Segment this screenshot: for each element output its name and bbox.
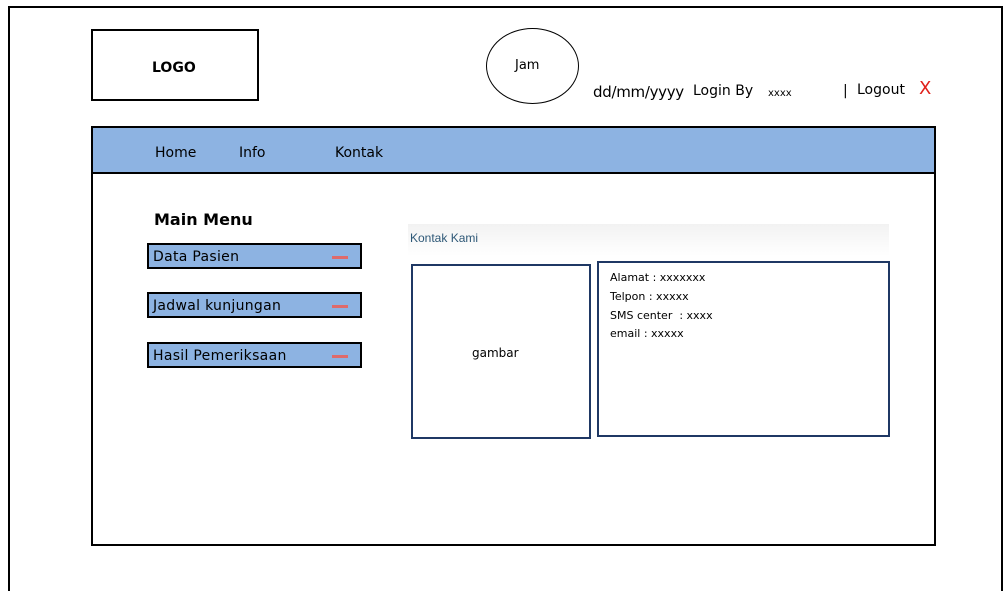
nav-item-kontak[interactable]: Kontak: [335, 145, 383, 161]
nav-item-info[interactable]: Info: [239, 145, 266, 161]
image-label: gambar: [472, 346, 519, 360]
collapse-icon: [332, 305, 348, 308]
contact-section-header: Kontak Kami: [408, 224, 889, 256]
menu-button-label: Hasil Pemeriksaan: [153, 348, 287, 364]
contact-info-box: [597, 261, 890, 437]
menu-button-label: Data Pasien: [153, 249, 240, 265]
logout-link[interactable]: Logout: [857, 82, 905, 98]
logout-separator: |: [843, 83, 848, 99]
logout-close-icon[interactable]: X: [919, 78, 931, 99]
main-menu-title: Main Menu: [154, 210, 253, 229]
logo-text: LOGO: [152, 60, 196, 76]
nav-item-home[interactable]: Home: [155, 145, 196, 161]
navbar: Home Info Kontak: [93, 128, 934, 174]
date-display: dd/mm/yyyy: [593, 83, 684, 101]
menu-button-data-pasien[interactable]: Data Pasien: [147, 243, 362, 269]
login-username: xxxx: [768, 88, 792, 99]
clock-label: Jam: [515, 58, 540, 73]
collapse-icon: [332, 256, 348, 259]
menu-button-jadwal-kunjungan[interactable]: Jadwal kunjungan: [147, 292, 362, 318]
menu-button-label: Jadwal kunjungan: [153, 298, 282, 314]
collapse-icon: [332, 355, 348, 358]
contact-email: email : xxxxx: [610, 327, 684, 340]
contact-address: Alamat : xxxxxxx: [610, 271, 706, 284]
contact-sms-center: SMS center : xxxx: [610, 309, 713, 322]
login-by-label: Login By: [693, 83, 754, 99]
contact-phone: Telpon : xxxxx: [610, 290, 689, 303]
contact-heading: Kontak Kami: [410, 231, 479, 245]
menu-button-hasil-pemeriksaan[interactable]: Hasil Pemeriksaan: [147, 342, 362, 368]
